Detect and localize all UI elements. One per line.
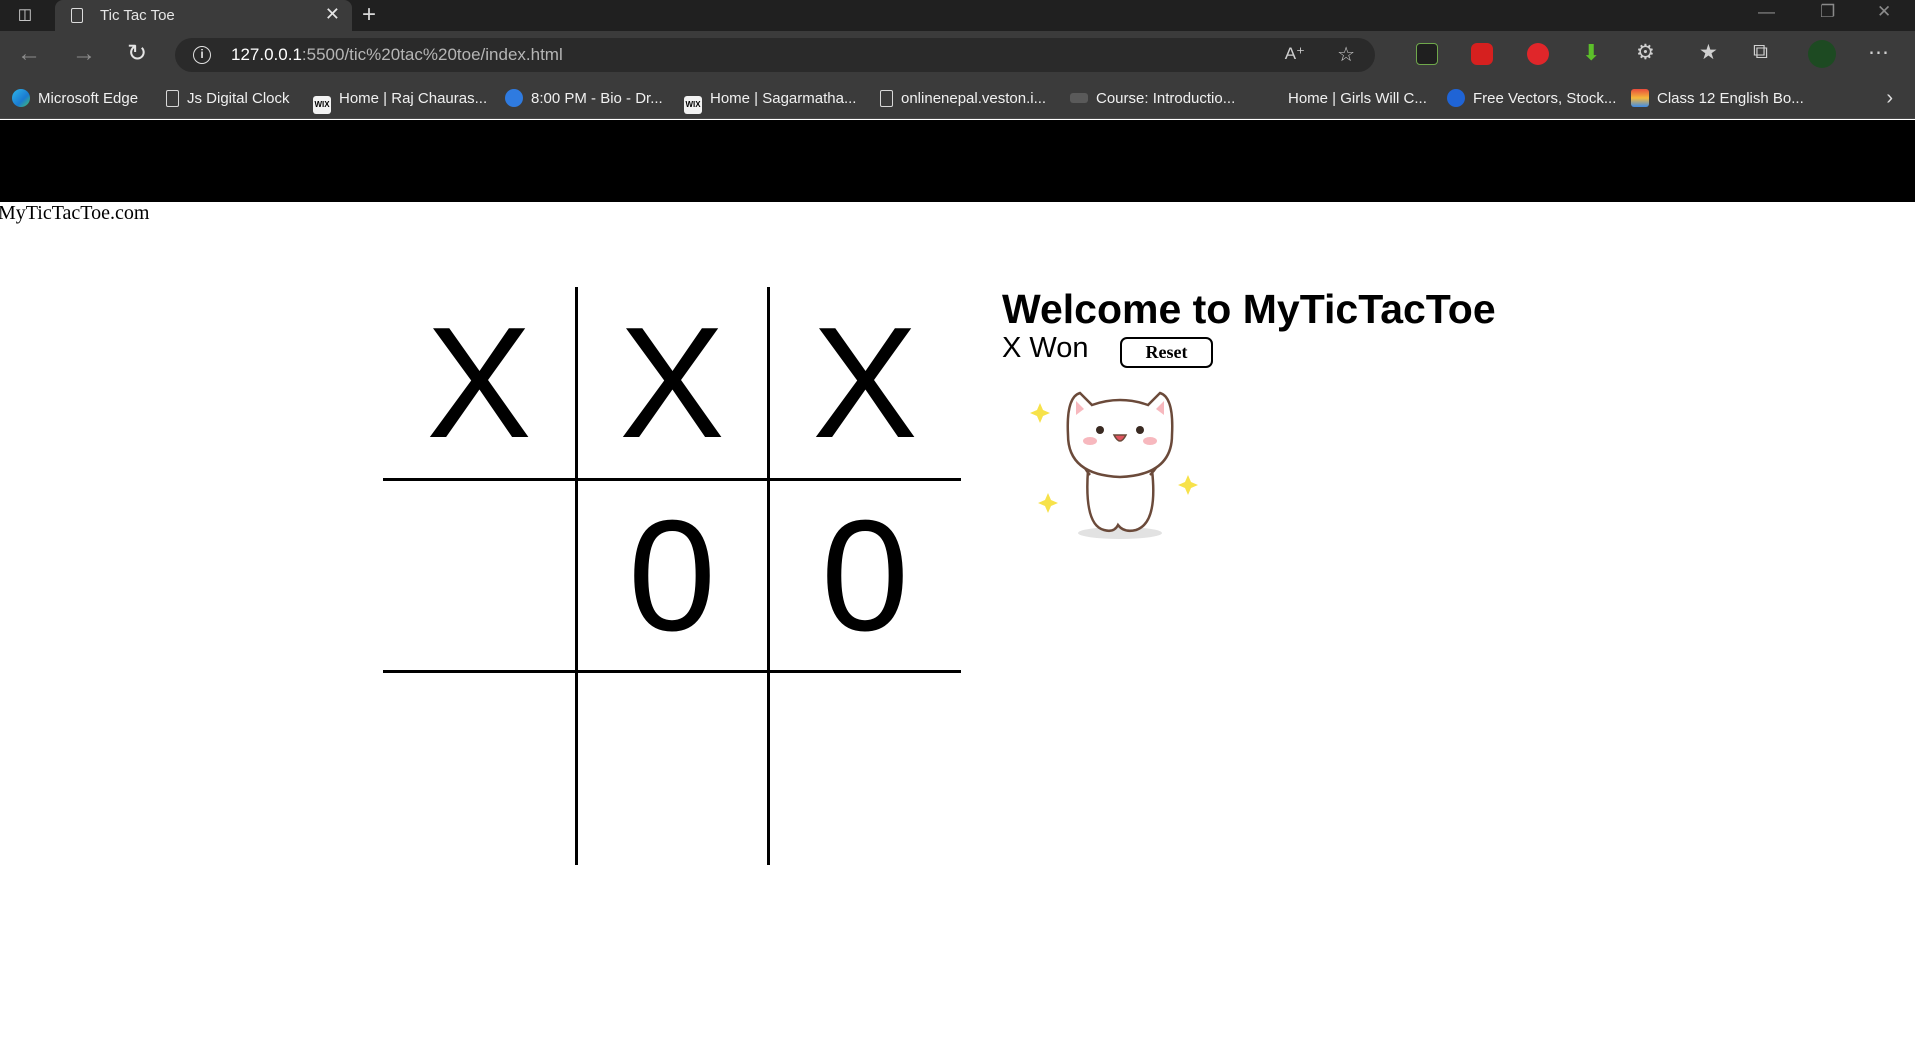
extensions-icon[interactable]: ⚙: [1636, 40, 1655, 65]
grid-line-horizontal-1: [383, 478, 961, 481]
add-favorite-icon[interactable]: ☆: [1337, 42, 1355, 67]
bookmark-bio[interactable]: 8:00 PM - Bio - Dr...: [505, 88, 663, 110]
doc-icon: [166, 90, 179, 107]
tab-actions-icon[interactable]: ◫: [14, 4, 36, 26]
read-aloud-icon[interactable]: A⁺: [1285, 44, 1305, 64]
page-icon: [71, 8, 83, 23]
refresh-icon[interactable]: ↻: [127, 41, 147, 67]
back-icon[interactable]: ←: [17, 41, 41, 67]
site-info-icon[interactable]: i: [193, 46, 211, 64]
board-cell-8[interactable]: [576, 673, 768, 865]
close-window-icon[interactable]: ✕: [1877, 2, 1891, 22]
bookmark-course[interactable]: Course: Introductio...: [1070, 88, 1235, 110]
browser-tab[interactable]: Tic Tac Toe ✕: [55, 0, 352, 31]
header-bar: [0, 120, 1915, 202]
reset-button[interactable]: Reset: [1120, 337, 1213, 368]
board-cell-7[interactable]: [383, 673, 575, 865]
bookmark-raj-chaurasia[interactable]: WIX Home | Raj Chauras...: [313, 88, 487, 114]
moodle-icon: [1070, 93, 1088, 103]
freepik-icon: [1447, 89, 1465, 107]
tab-title: Tic Tac Toe: [100, 7, 175, 24]
bookmark-microsoft-edge[interactable]: Microsoft Edge: [12, 88, 138, 110]
grid-line-vertical-2: [767, 287, 770, 865]
url-text[interactable]: 127.0.0.1:5500/tic%20tac%20toe/index.htm…: [231, 45, 563, 65]
bookmark-sagarmatha[interactable]: WIX Home | Sagarmatha...: [684, 88, 856, 114]
board-cell-3[interactable]: X: [769, 287, 961, 479]
edge-icon: [12, 89, 30, 107]
adblock-extension-icon[interactable]: [1527, 43, 1549, 65]
status-row: X Won Reset: [1002, 332, 1302, 372]
extension-1-icon[interactable]: [1416, 43, 1438, 65]
profile-avatar[interactable]: [1808, 40, 1836, 68]
collections-icon[interactable]: ⧉: [1753, 40, 1768, 64]
bookmark-free-vectors[interactable]: Free Vectors, Stock...: [1447, 88, 1616, 110]
bookmark-girls-will[interactable]: Home | Girls Will C...: [1262, 88, 1427, 110]
more-menu-icon[interactable]: ⋯: [1868, 40, 1889, 65]
restore-icon[interactable]: ❐: [1820, 2, 1835, 22]
bookmark-js-digital-clock[interactable]: Js Digital Clock: [166, 88, 290, 110]
check-icon: [505, 89, 523, 107]
grid-line-vertical-1: [575, 287, 578, 865]
board-cell-1[interactable]: X: [383, 287, 575, 479]
favorites-icon[interactable]: ★: [1699, 40, 1718, 65]
forward-icon[interactable]: →: [72, 41, 96, 67]
welcome-heading: Welcome to MyTicTacToe: [1002, 286, 1496, 332]
download-extension-icon[interactable]: ⬇: [1582, 42, 1604, 65]
board-cell-5[interactable]: 0: [576, 480, 768, 672]
youtube-extension-icon[interactable]: [1471, 43, 1493, 65]
board-cell-2[interactable]: X: [576, 287, 768, 479]
bookmarks-bar: Microsoft Edge Js Digital Clock WIX Home …: [0, 79, 1915, 119]
celebrating-cat-image: [1030, 391, 1198, 539]
grid-line-horizontal-2: [383, 670, 961, 673]
address-toolbar: ← → ↻ i 127.0.0.1:5500/tic%20tac%20toe/i…: [0, 31, 1915, 79]
minimize-icon[interactable]: —: [1758, 2, 1775, 22]
bookmark-class-12-english[interactable]: Class 12 English Bo...: [1631, 88, 1804, 110]
game-info-panel: Welcome to MyTicTacToe X Won Reset: [1002, 286, 1496, 368]
game-board: X X X 0 0: [383, 287, 961, 865]
wix-icon: WIX: [313, 96, 331, 114]
new-tab-icon[interactable]: +: [362, 1, 376, 29]
wix-icon: WIX: [684, 96, 702, 114]
board-cell-4[interactable]: [383, 480, 575, 672]
board-cell-6[interactable]: 0: [769, 480, 961, 672]
bookmarks-overflow-icon[interactable]: ›: [1886, 87, 1893, 110]
site-name: MyTicTacToe.com: [0, 202, 150, 224]
game-status: X Won: [1002, 332, 1089, 364]
bookmark-onlinenepal[interactable]: onlinenepal.veston.i...: [880, 88, 1046, 110]
address-bar[interactable]: i 127.0.0.1:5500/tic%20tac%20toe/index.h…: [175, 38, 1375, 72]
close-tab-icon[interactable]: ✕: [325, 4, 340, 25]
book-icon: [1631, 89, 1649, 107]
tab-strip: ◫ Tic Tac Toe ✕ + — ❐ ✕: [0, 0, 1915, 31]
doc-icon: [880, 90, 893, 107]
board-cell-9[interactable]: [769, 673, 961, 865]
